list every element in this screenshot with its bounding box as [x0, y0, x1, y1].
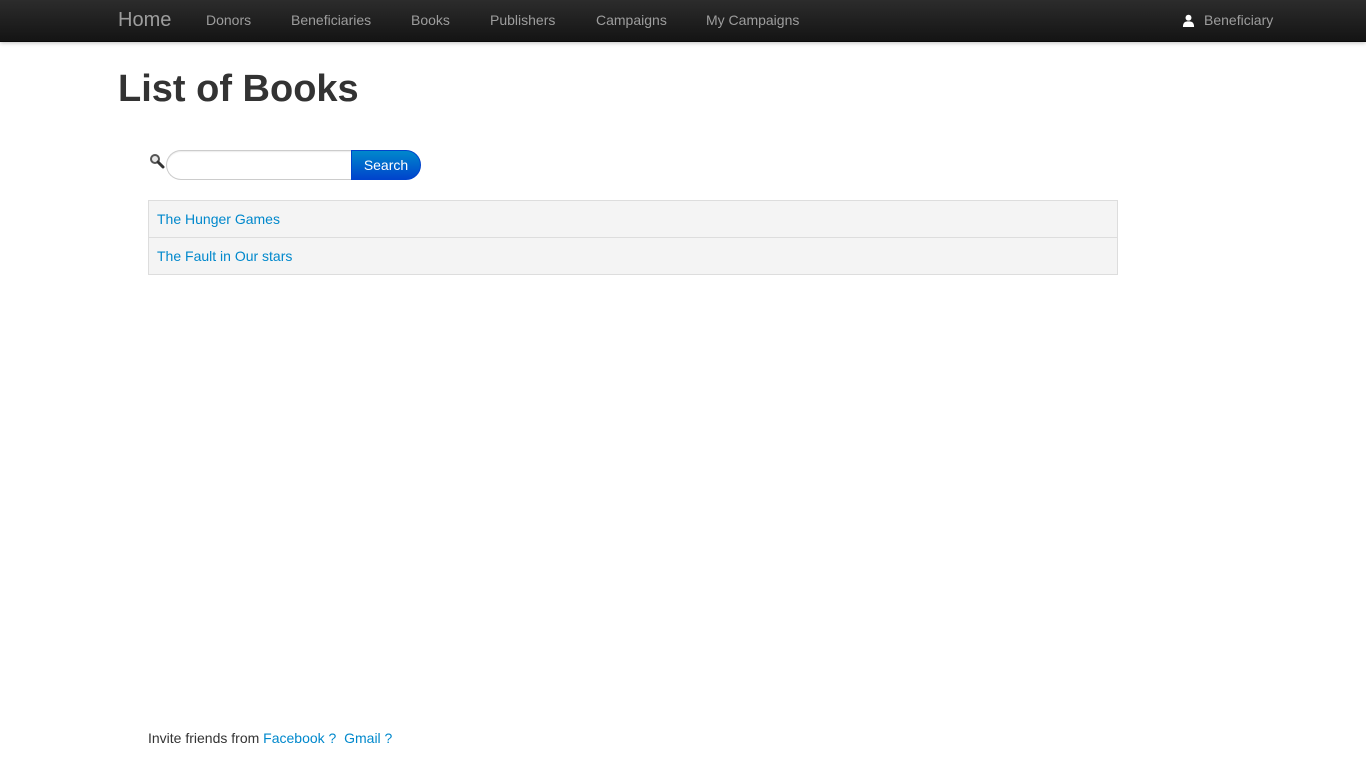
search-input[interactable]: [166, 150, 352, 180]
search-button[interactable]: Search: [351, 150, 421, 180]
book-link-hunger-games[interactable]: The Hunger Games: [157, 211, 280, 227]
footer: Invite friends from Facebook ? Gmail ?: [148, 730, 392, 746]
user-menu[interactable]: Beneficiary: [1182, 12, 1273, 28]
nav-beneficiaries[interactable]: Beneficiaries: [291, 12, 371, 28]
search-icon: [150, 154, 165, 169]
nav-my-campaigns[interactable]: My Campaigns: [706, 12, 799, 28]
book-link-fault-in-our-stars[interactable]: The Fault in Our stars: [157, 248, 292, 264]
gmail-invite-link[interactable]: Gmail ?: [344, 730, 392, 746]
facebook-invite-link[interactable]: Facebook ?: [263, 730, 336, 746]
nav-publishers[interactable]: Publishers: [490, 12, 555, 28]
user-icon: [1182, 14, 1195, 27]
list-item: The Fault in Our stars: [149, 237, 1117, 274]
book-list: The Hunger Games The Fault in Our stars: [148, 200, 1118, 275]
nav-books[interactable]: Books: [411, 12, 450, 28]
top-navbar: Home Donors Beneficiaries Books Publishe…: [0, 0, 1366, 42]
user-label: Beneficiary: [1204, 12, 1274, 28]
nav-campaigns[interactable]: Campaigns: [596, 12, 667, 28]
page-title: List of Books: [118, 68, 359, 110]
nav-donors[interactable]: Donors: [206, 12, 251, 28]
list-item: The Hunger Games: [149, 201, 1117, 237]
brand-home-link[interactable]: Home: [118, 9, 171, 31]
footer-invite-text: Invite friends from: [148, 730, 260, 746]
